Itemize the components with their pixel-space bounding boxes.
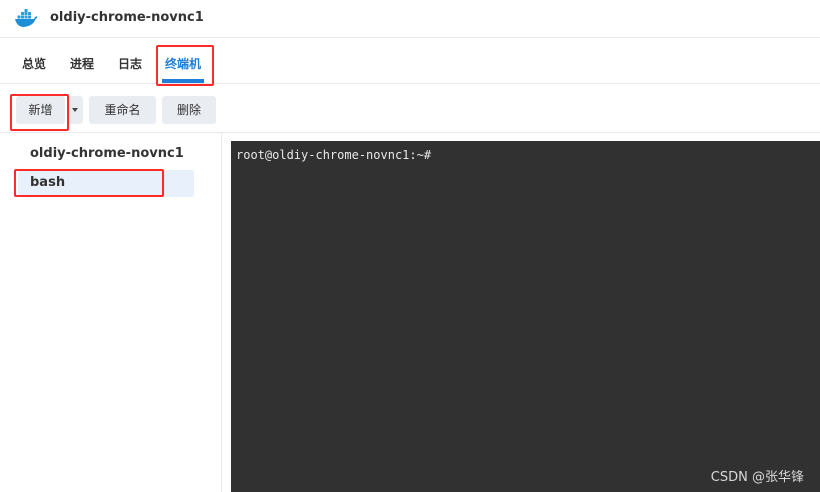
tab-logs[interactable]: 日志 — [118, 38, 142, 84]
tab-processes[interactable]: 进程 — [70, 38, 94, 84]
terminal-pane[interactable]: root@oldiy-chrome-novnc1:~# — [231, 141, 820, 492]
session-sidebar: oldiy-chrome-novnc1 bash — [0, 133, 222, 492]
delete-button[interactable]: 删除 — [162, 96, 216, 124]
rename-button[interactable]: 重命名 — [89, 96, 156, 124]
session-item-bash[interactable]: bash — [18, 170, 194, 197]
container-node[interactable]: oldiy-chrome-novnc1 — [30, 146, 184, 161]
toolbar: 新增 重命名 删除 — [0, 85, 820, 133]
caret-down-icon — [72, 108, 78, 112]
app-title: oldiy-chrome-novnc1 — [50, 10, 204, 25]
new-button[interactable]: 新增 — [16, 96, 65, 124]
watermark: CSDN @张华锋 — [710, 470, 804, 485]
tab-bar: 总览 进程 日志 终端机 — [0, 38, 820, 84]
docker-whale-icon — [15, 9, 38, 27]
new-dropdown-button[interactable] — [67, 96, 83, 124]
session-item-label: bash — [30, 175, 66, 190]
title-bar: oldiy-chrome-novnc1 — [0, 0, 820, 38]
tab-terminal[interactable]: 终端机 — [165, 38, 201, 84]
active-tab-indicator — [162, 79, 204, 83]
terminal-prompt: root@oldiy-chrome-novnc1:~# — [236, 148, 432, 162]
tab-overview[interactable]: 总览 — [22, 38, 46, 84]
